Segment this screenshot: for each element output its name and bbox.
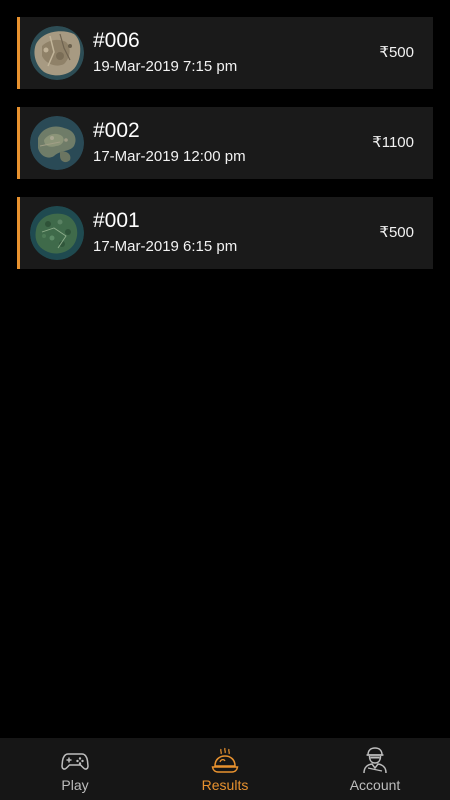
nav-account[interactable]: Account — [300, 738, 450, 800]
nav-results-label: Results — [201, 777, 249, 793]
result-card[interactable]: #002 17-Mar-2019 12:00 pm ₹1100 — [17, 107, 433, 179]
match-id: #002 — [93, 119, 140, 142]
match-datetime: 17-Mar-2019 6:15 pm — [93, 238, 238, 255]
result-card[interactable]: #006 19-Mar-2019 7:15 pm ₹500 — [17, 17, 433, 89]
bottom-navigation: Play Results Account — [0, 738, 450, 800]
nav-account-label: Account — [349, 777, 401, 793]
nav-play[interactable]: Play — [0, 738, 150, 800]
gamepad-icon — [61, 746, 89, 774]
match-prize: ₹500 — [379, 44, 414, 61]
match-prize: ₹500 — [379, 224, 414, 241]
result-card[interactable]: #001 17-Mar-2019 6:15 pm ₹500 — [17, 197, 433, 269]
jungle-map-thumbnail — [30, 206, 84, 260]
results-list: #006 19-Mar-2019 7:15 pm ₹500 #002 17-Ma… — [17, 17, 433, 287]
desert-map-thumbnail — [30, 26, 84, 80]
nav-results[interactable]: Results — [150, 738, 300, 800]
match-datetime: 17-Mar-2019 12:00 pm — [93, 148, 246, 165]
match-id: #001 — [93, 209, 140, 232]
nav-play-label: Play — [61, 777, 89, 793]
match-prize: ₹1100 — [372, 134, 414, 151]
soldier-icon — [361, 746, 389, 774]
match-id: #006 — [93, 29, 140, 52]
chicken-dinner-icon — [211, 746, 239, 774]
match-datetime: 19-Mar-2019 7:15 pm — [93, 58, 238, 75]
island-map-thumbnail — [30, 116, 84, 170]
